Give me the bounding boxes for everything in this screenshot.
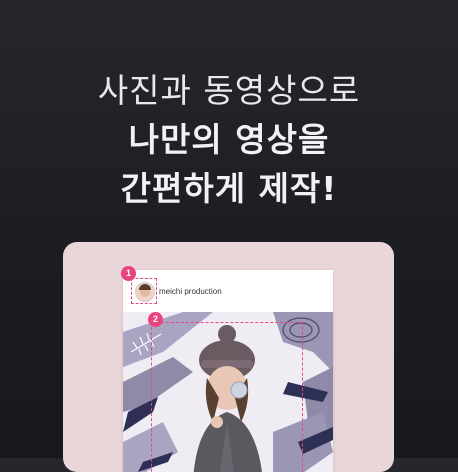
headline-line-3: 간편하게 제작! [120,169,338,208]
marker-badge-1: 1 [121,266,136,281]
image-selection-box[interactable] [151,322,303,472]
headline-line-2: 나만의 영상을 [128,120,330,159]
profile-name: meichi production [159,287,222,296]
post-image[interactable] [123,312,333,472]
marker-badge-2: 2 [148,312,163,327]
preview-card: meichi production 1 2 [63,242,394,472]
post-preview: meichi production [123,270,333,472]
post-header: meichi production [123,270,333,304]
avatar-icon[interactable] [135,282,155,302]
headline-line-1: 사진과 동영상으로 [97,71,361,110]
